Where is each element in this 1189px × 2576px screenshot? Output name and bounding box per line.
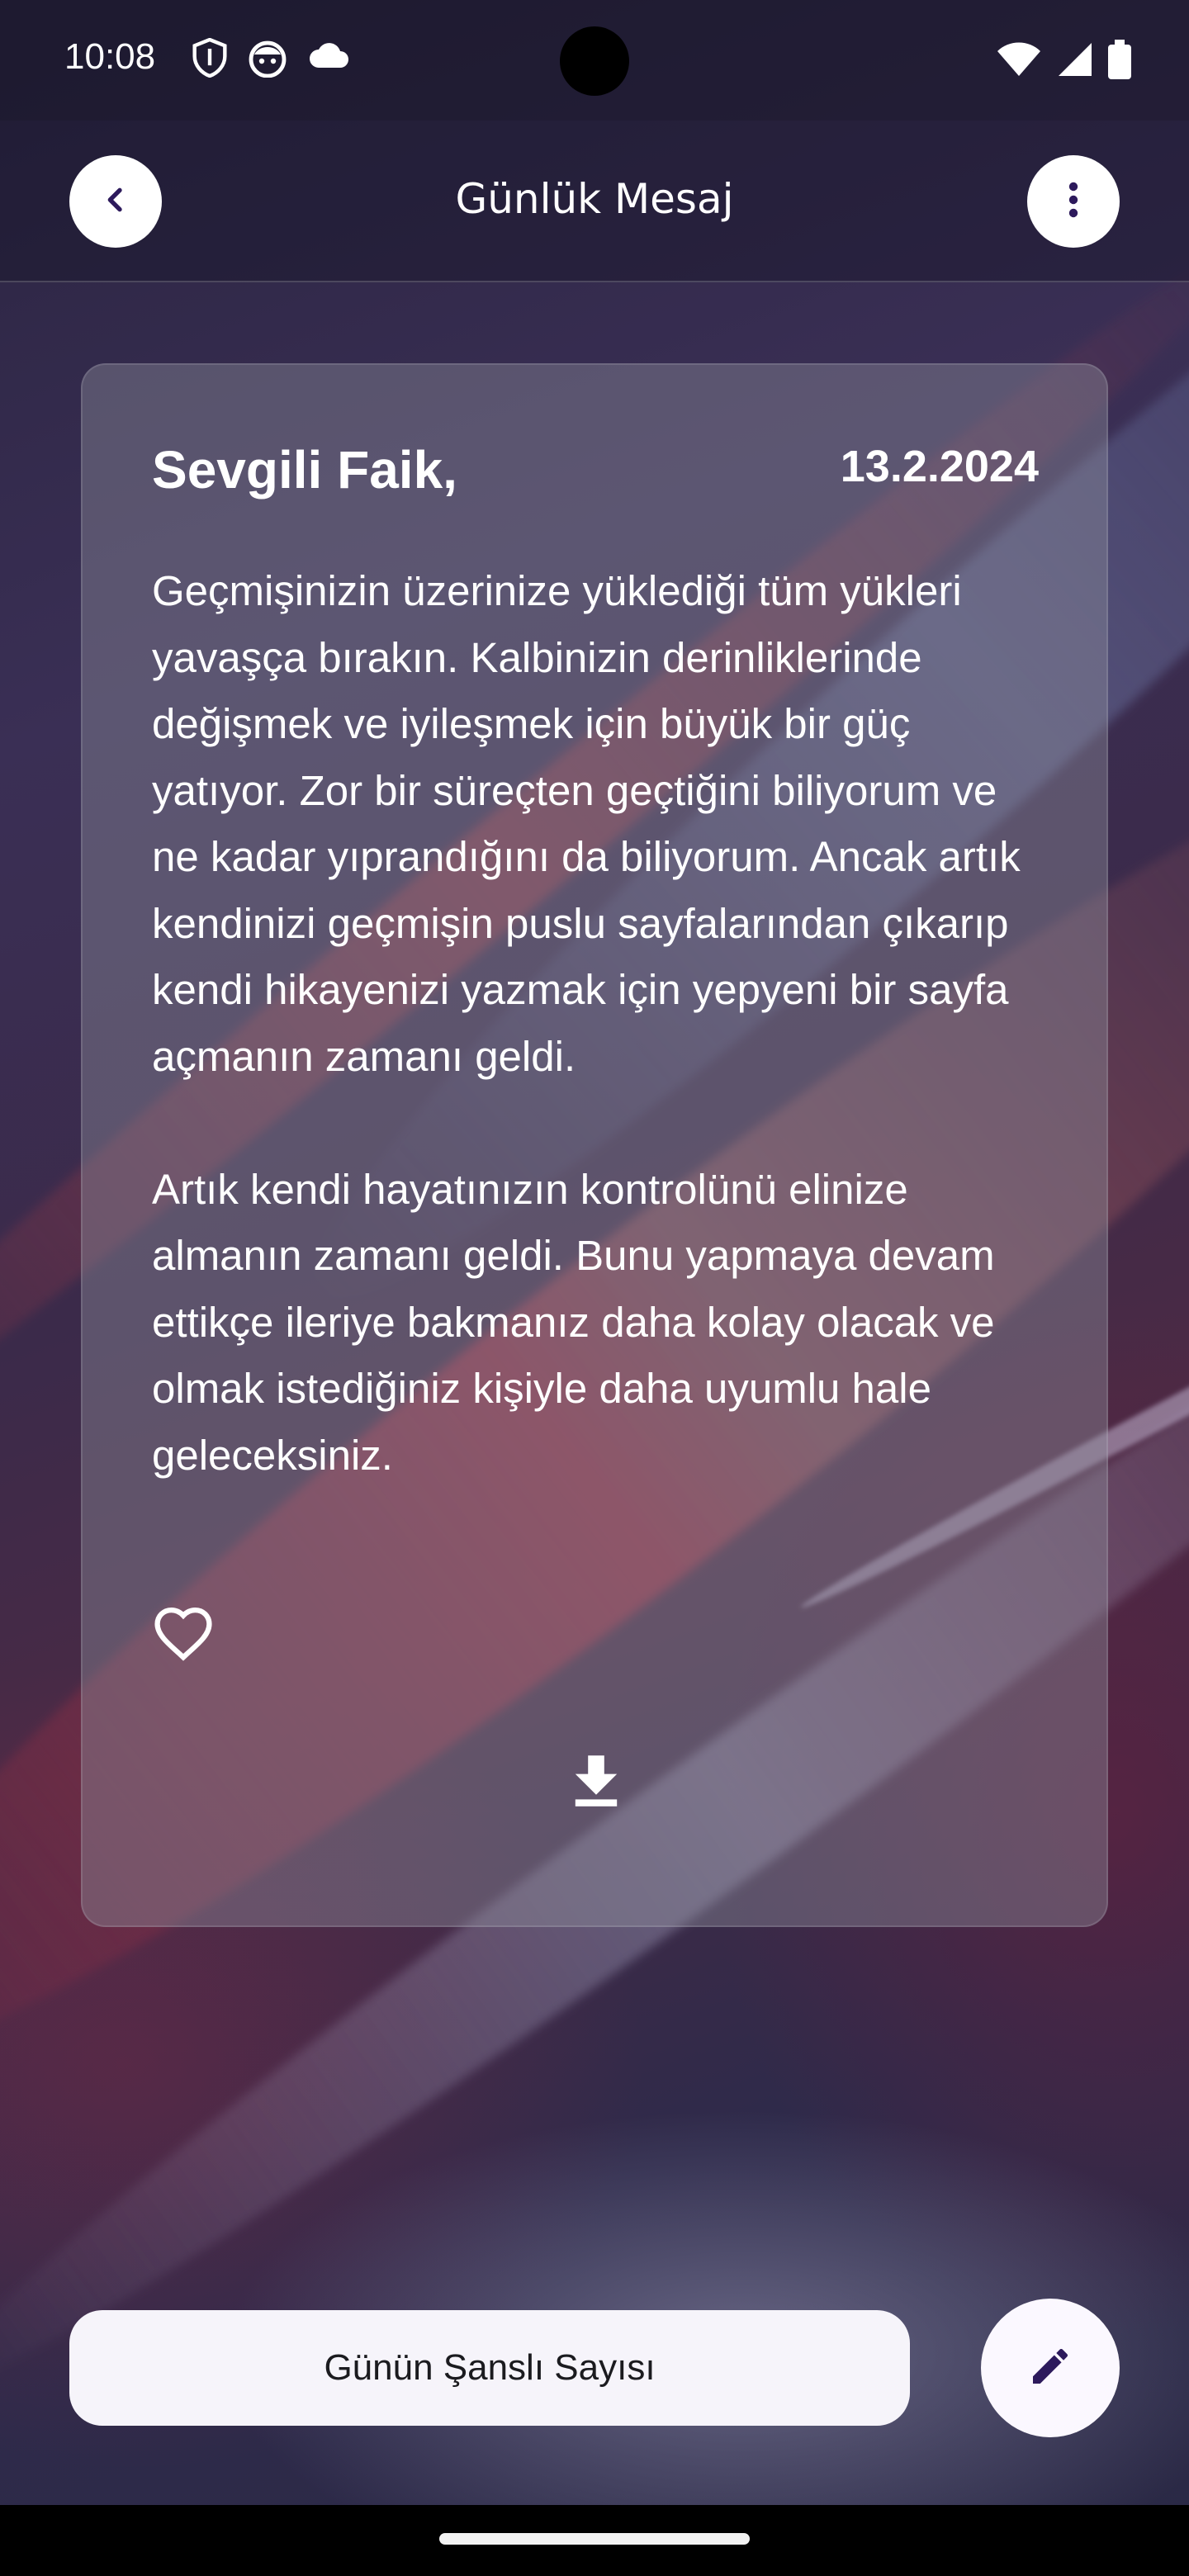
status-icons-left (192, 38, 350, 78)
status-bar: 10:08 (0, 0, 1189, 121)
signal-icon (1057, 41, 1093, 82)
app-bar: Günlük Mesaj (0, 121, 1189, 282)
favorite-button[interactable] (152, 1607, 215, 1665)
cloud-icon (307, 38, 350, 78)
more-vert-icon (1057, 180, 1090, 224)
download-icon (573, 1755, 619, 1810)
lucky-number-label: Günün Şanslı Sayısı (324, 2347, 656, 2388)
message-salutation: Sevgili Faik, (152, 440, 457, 500)
page-title: Günlük Mesaj (455, 175, 734, 223)
more-options-button[interactable] (1027, 155, 1120, 248)
status-icons-right (996, 40, 1131, 83)
edit-button[interactable] (981, 2299, 1120, 2437)
message-body: Geçmişinizin üzerinize yüklediği tüm yük… (152, 558, 1052, 1489)
status-time: 10:08 (64, 36, 156, 77)
system-nav-bar (0, 2505, 1189, 2576)
lucky-number-button[interactable]: Günün Şanslı Sayısı (69, 2310, 910, 2426)
message-date: 13.2.2024 (840, 442, 1039, 491)
heart-outline-icon (152, 1607, 215, 1664)
message-paragraph: Geçmişinizin üzerinize yüklediği tüm yük… (152, 567, 1021, 1080)
pencil-icon (1027, 2343, 1073, 2394)
shield-icon (192, 38, 228, 78)
home-gesture-handle[interactable] (439, 2533, 750, 2545)
message-card: Sevgili Faik, 13.2.2024 Geçmişinizin üze… (81, 363, 1108, 1927)
wifi-icon (996, 41, 1042, 82)
download-button[interactable] (573, 1755, 619, 1811)
battery-icon (1108, 40, 1131, 83)
face-icon (248, 38, 287, 78)
message-paragraph: Artık kendi hayatınızın kontrolünü elini… (152, 1165, 995, 1479)
camera-cutout (560, 26, 629, 96)
